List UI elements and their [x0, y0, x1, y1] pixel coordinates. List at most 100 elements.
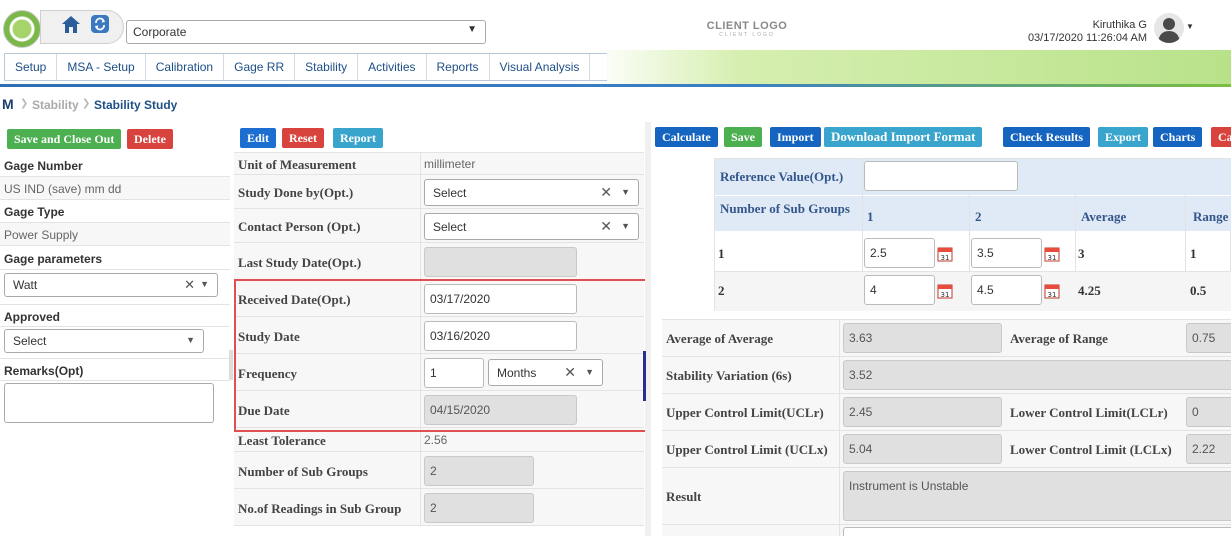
study-done-label: Study Done by(Opt.) [238, 185, 354, 200]
calendar-icon[interactable]: 31 [937, 283, 953, 299]
menu-item-reports[interactable]: Reports [427, 54, 490, 80]
client-logo: CLIENT LOGO CLIENT LOGO [706, 20, 788, 44]
reference-value-label: Reference Value(Opt.) [720, 169, 844, 184]
user-datetime: 03/17/2020 11:26:04 AM [1027, 32, 1147, 44]
reset-button[interactable]: Reset [282, 128, 324, 148]
approved-label: Approved [0, 304, 230, 327]
num-sub-groups-input: 2 [424, 456, 534, 486]
reference-value-input[interactable] [864, 161, 1018, 191]
column-divider [420, 452, 421, 489]
remarks-textarea[interactable] [4, 383, 214, 423]
menu-item-setup[interactable]: Setup [5, 54, 58, 80]
module-icon[interactable]: M [2, 96, 14, 112]
menu-item-stability[interactable]: Stability [295, 54, 359, 80]
received-date-input[interactable]: 03/17/2020 [424, 284, 577, 314]
column-2-header: 2 [975, 209, 982, 224]
study-done-select[interactable]: Select ✕ ▼ [424, 179, 639, 206]
stability-variation-label: Stability Variation (6s) [666, 368, 792, 383]
next-field-stub [843, 527, 1231, 536]
svg-text:31: 31 [941, 254, 950, 262]
user-menu-chevron-icon[interactable]: ▼ [1186, 22, 1194, 31]
received-date-row: Received Date(Opt.) 03/17/2020 [234, 280, 644, 317]
export-button[interactable]: Export [1098, 127, 1148, 147]
chevron-down-icon: ▼ [621, 187, 630, 197]
cancel-button[interactable]: Ca [1211, 127, 1231, 147]
clear-icon[interactable]: ✕ [184, 277, 195, 293]
approved-select[interactable]: Select ▼ [4, 329, 204, 353]
frequency-unit-select[interactable]: Months ✕ ▼ [488, 359, 603, 386]
column-divider [420, 153, 421, 176]
contact-person-label: Contact Person (Opt.) [238, 219, 361, 234]
gage-parameters-label: Gage parameters [0, 247, 230, 270]
edit-button[interactable]: Edit [240, 128, 277, 148]
calendar-icon[interactable]: 31 [937, 246, 953, 262]
received-date-label: Received Date(Opt.) [238, 292, 351, 307]
svg-text:31: 31 [1048, 291, 1057, 299]
gage-info-panel: Save and Close Out Delete Gage Number US… [0, 122, 230, 536]
gage-parameters-select[interactable]: Watt ✕ ▼ [4, 273, 218, 297]
save-close-out-button[interactable]: Save and Close Out [7, 129, 122, 149]
menu-item-activities[interactable]: Activities [358, 54, 427, 80]
import-button[interactable]: Import [770, 127, 821, 147]
last-study-row: Last Study Date(Opt.) [234, 243, 644, 280]
user-avatar-icon[interactable] [1154, 13, 1184, 43]
save-button[interactable]: Save [724, 127, 762, 147]
due-date-label: Due Date [238, 403, 290, 418]
column-divider [420, 428, 421, 452]
row-1-range: 1 [1190, 246, 1197, 261]
middle-panel-scrollbar[interactable] [645, 122, 651, 536]
avg-of-avg-value: 3.63 [843, 323, 1002, 353]
calendar-icon[interactable]: 31 [1044, 283, 1060, 299]
delete-button[interactable]: Delete [127, 129, 173, 149]
due-date-input: 04/15/2020 [424, 395, 577, 425]
clear-icon[interactable]: ✕ [600, 218, 612, 235]
breadcrumb-parent[interactable]: Stability [32, 98, 79, 112]
row-1-reading-1-input[interactable]: 2.5 [864, 238, 935, 268]
lclx-value: 2.22 [1186, 434, 1231, 464]
refresh-icon[interactable] [90, 14, 110, 34]
uom-label: Unit of Measurement [238, 157, 357, 172]
charts-button[interactable]: Charts [1153, 127, 1203, 147]
due-date-row: Due Date 04/15/2020 [234, 391, 644, 428]
uom-row: Unit of Measurement millimeter [234, 152, 644, 176]
row-1-reading-2-input[interactable]: 3.5 [971, 238, 1042, 268]
check-results-button[interactable]: Check Results [1003, 127, 1091, 147]
row-2-number: 2 [718, 283, 725, 298]
frequency-input[interactable]: 1 [424, 358, 484, 388]
study-date-input[interactable]: 03/16/2020 [424, 321, 577, 351]
breadcrumb: M ❯ Stability ❯ Stability Study [0, 90, 1231, 120]
breadcrumb-separator-icon: ❯ [20, 98, 29, 109]
clear-icon[interactable]: ✕ [600, 184, 612, 201]
client-logo-text: CLIENT LOGO [706, 20, 788, 32]
uclx-value: 5.04 [843, 434, 1002, 464]
clear-icon[interactable]: ✕ [564, 364, 576, 381]
column-1-header: 1 [867, 209, 874, 224]
breadcrumb-separator-icon: ❯ [82, 98, 91, 109]
calculate-button[interactable]: Calculate [655, 127, 718, 147]
row-1-number: 1 [718, 246, 725, 261]
menu-item-calibration[interactable]: Calibration [146, 54, 225, 80]
least-tolerance-row: Least Tolerance 2.56 [234, 428, 644, 452]
client-logo-subtext: CLIENT LOGO [719, 32, 775, 38]
organization-select[interactable]: Corporate ▼ [126, 20, 486, 44]
home-icon[interactable] [60, 14, 82, 36]
column-divider [420, 489, 421, 526]
menu-item-msa-setup[interactable]: MSA - Setup [57, 54, 146, 80]
row-divider [662, 430, 1231, 431]
calendar-icon[interactable]: 31 [1044, 246, 1060, 262]
row-2-reading-2-input[interactable]: 4.5 [971, 275, 1042, 305]
svg-text:31: 31 [1048, 254, 1057, 262]
contact-person-select[interactable]: Select ✕ ▼ [424, 213, 639, 240]
subgroups-header: Number of Sub Groups [720, 201, 850, 216]
column-divider [420, 317, 421, 354]
report-button[interactable]: Report [333, 128, 383, 148]
chevron-down-icon: ▼ [186, 335, 195, 345]
app-logo[interactable] [3, 10, 41, 48]
contact-person-value: Select [433, 220, 467, 234]
uclr-value: 2.45 [843, 397, 1002, 427]
left-panel-scrollbar[interactable] [229, 350, 233, 380]
menu-item-gage-rr[interactable]: Gage RR [224, 54, 296, 80]
menu-item-visual-analysis[interactable]: Visual Analysis [490, 54, 591, 80]
download-import-format-button[interactable]: Download Import Format [824, 127, 983, 147]
row-2-reading-1-input[interactable]: 4 [864, 275, 935, 305]
